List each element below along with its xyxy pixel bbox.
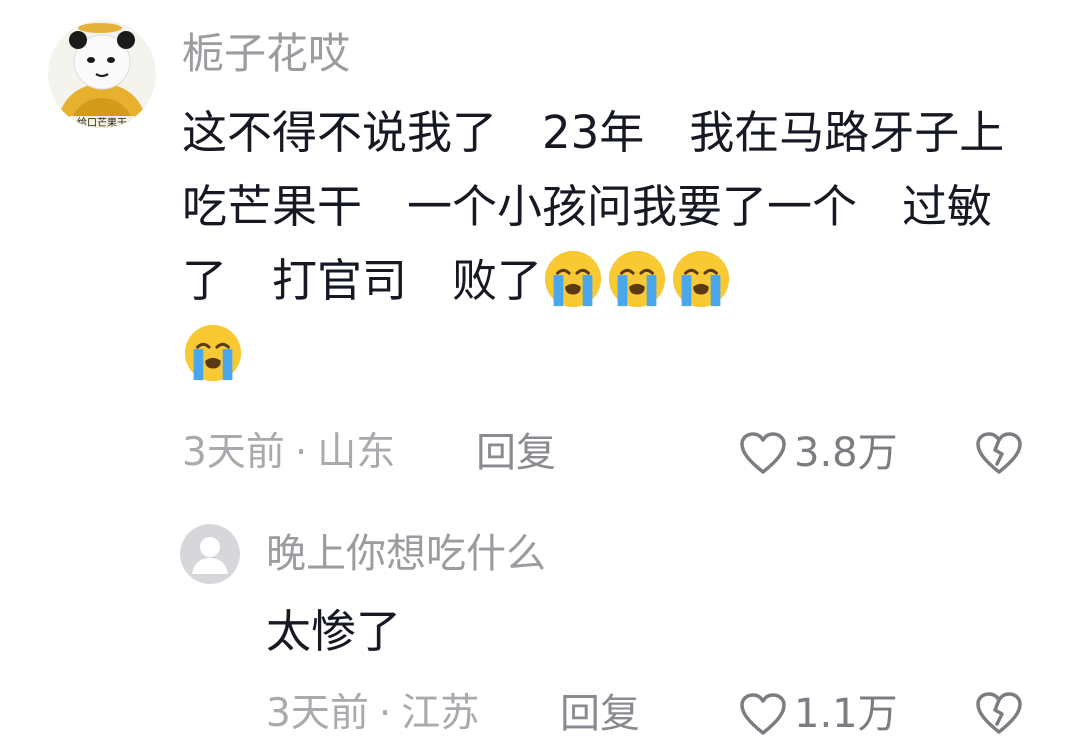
panda-meme-avatar-icon: 给口芒果干 (48, 20, 156, 128)
reply-meta: 3天前 · 江苏 回复 (266, 686, 640, 742)
loudly-crying-face-icon (544, 250, 602, 308)
like-button[interactable]: 3.8万 (738, 425, 898, 481)
svg-text:给口芒果干: 给口芒果干 (77, 116, 127, 128)
heart-icon (740, 432, 786, 474)
like-button[interactable]: 1.1万 (738, 686, 898, 742)
loudly-crying-face-icon (672, 250, 730, 308)
default-user-avatar-icon (180, 524, 240, 584)
reply-time: 3天前 (266, 691, 369, 736)
meta-separator: · (294, 430, 308, 475)
dislike-button[interactable] (974, 428, 1024, 478)
avatar[interactable]: 给口芒果干 (48, 20, 156, 128)
like-count: 3.8万 (794, 430, 898, 476)
loudly-crying-face-icon (184, 324, 242, 382)
comment-text: 这不得不说我了 23年 我在马路牙子上吃芒果干 一个小孩问我要了一个 过敏了 打… (182, 96, 1032, 392)
loudly-crying-face-icon (608, 250, 666, 308)
comment-time: 3天前 (182, 430, 285, 475)
like-count: 1.1万 (794, 691, 898, 737)
dislike-button[interactable] (974, 688, 1024, 738)
heart-icon (740, 693, 786, 735)
reply-text: 太惨了 (266, 605, 402, 658)
comment-username[interactable]: 栀子花哎 (182, 26, 350, 82)
broken-heart-icon (976, 432, 1022, 474)
reply-location: 江苏 (401, 691, 480, 736)
comment-location: 山东 (317, 430, 396, 475)
broken-heart-icon (976, 692, 1022, 734)
comment-meta: 3天前 · 山东 回复 (182, 425, 556, 481)
reply-username[interactable]: 晚上你想吃什么 (266, 526, 546, 582)
reply-button[interactable]: 回复 (476, 425, 556, 481)
reply-button[interactable]: 回复 (560, 686, 640, 742)
meta-separator: · (378, 691, 392, 736)
avatar[interactable] (180, 524, 240, 584)
